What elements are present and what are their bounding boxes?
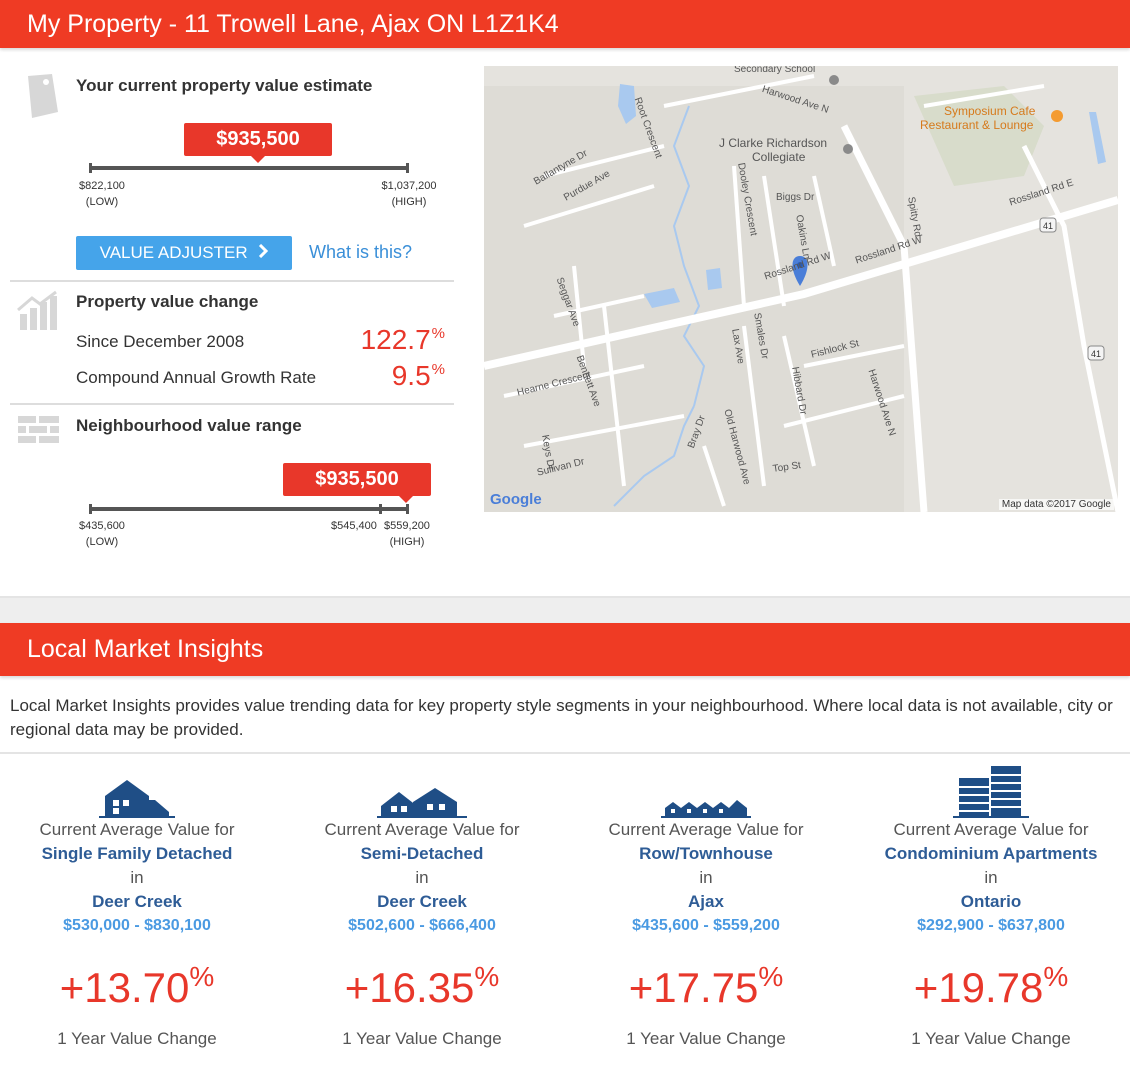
what-is-this-link[interactable]: What is this? (309, 242, 412, 263)
insight-card-townhouse: Current Average Value for Row/Townhouse … (571, 760, 841, 1049)
price-tag-icon (18, 72, 60, 120)
property-map[interactable]: 41 41 Secondary School Harwood Ave NJ Cla… (484, 66, 1118, 512)
insight-card-semi: Current Average Value for Semi-Detached … (287, 760, 557, 1049)
estimate-low-tick (89, 163, 92, 173)
insight-card-detached: Current Average Value for Single Family … (2, 760, 272, 1049)
insight-card-condo: Current Average Value for Condominium Ap… (856, 760, 1126, 1049)
page-title: My Property - 11 Trowell Lane, Ajax ON L… (0, 0, 1130, 48)
insights-title: Local Market Insights (0, 623, 1130, 676)
neighbourhood-range-track (89, 507, 409, 511)
neighbourhood-high-value: $559,200 (HIGH) (384, 520, 430, 548)
since-value: 122.7% (360, 324, 445, 355)
estimate-high-value: $1,037,200 (HIGH) (381, 180, 437, 208)
value-adjuster-button[interactable]: VALUE ADJUSTER (76, 236, 292, 270)
map-street-label: J Clarke Richardson (719, 136, 828, 150)
semi-detached-icon (287, 760, 557, 818)
map-street-label: Symposium Cafe (944, 104, 1036, 118)
svg-text:41: 41 (1091, 349, 1101, 359)
estimate-high-tick (406, 163, 409, 173)
cagr-label: Compound Annual Growth Rate (76, 368, 317, 387)
neighbourhood-high-tick (406, 504, 409, 514)
insights-intro: Local Market Insights provides value tre… (10, 696, 1113, 739)
neighbourhood-mid-tick (379, 504, 382, 514)
map-street-label: Secondary School (734, 66, 816, 75)
estimate-low-value: $822,100 (LOW) (79, 180, 125, 208)
change-heading: Property value change (76, 292, 259, 311)
divider (10, 403, 454, 405)
brick-wall-icon (16, 414, 62, 444)
estimate-heading: Your current property value estimate (76, 76, 373, 95)
neighbourhood-mid-value: $545,400 (331, 520, 377, 532)
divider (0, 752, 1130, 754)
neighbourhood-low-value: $435,600 (LOW) (79, 520, 125, 548)
detached-house-icon (2, 760, 272, 818)
estimate-value-badge: $935,500 (184, 123, 332, 163)
divider (10, 280, 454, 282)
section-divider (0, 596, 1130, 623)
since-label: Since December 2008 (76, 332, 245, 351)
townhouse-icon (571, 760, 841, 818)
neighbourhood-low-tick (89, 504, 92, 514)
neighbourhood-value-badge: $935,500 (283, 463, 431, 503)
estimate-range-track (89, 166, 409, 170)
map-attribution: Map data ©2017 Google (998, 499, 1114, 510)
google-logo: Google (490, 491, 542, 508)
chevron-right-icon (258, 236, 269, 270)
svg-text:41: 41 (1043, 221, 1053, 231)
map-street-label: Collegiate (752, 150, 806, 164)
bar-chart-icon (16, 290, 60, 332)
cagr-value: 9.5% (391, 360, 445, 391)
neighbourhood-heading: Neighbourhood value range (76, 416, 302, 435)
condo-building-icon (856, 760, 1126, 818)
map-street-label: Restaurant & Lounge (920, 118, 1034, 132)
map-street-label: Biggs Dr (776, 192, 815, 203)
